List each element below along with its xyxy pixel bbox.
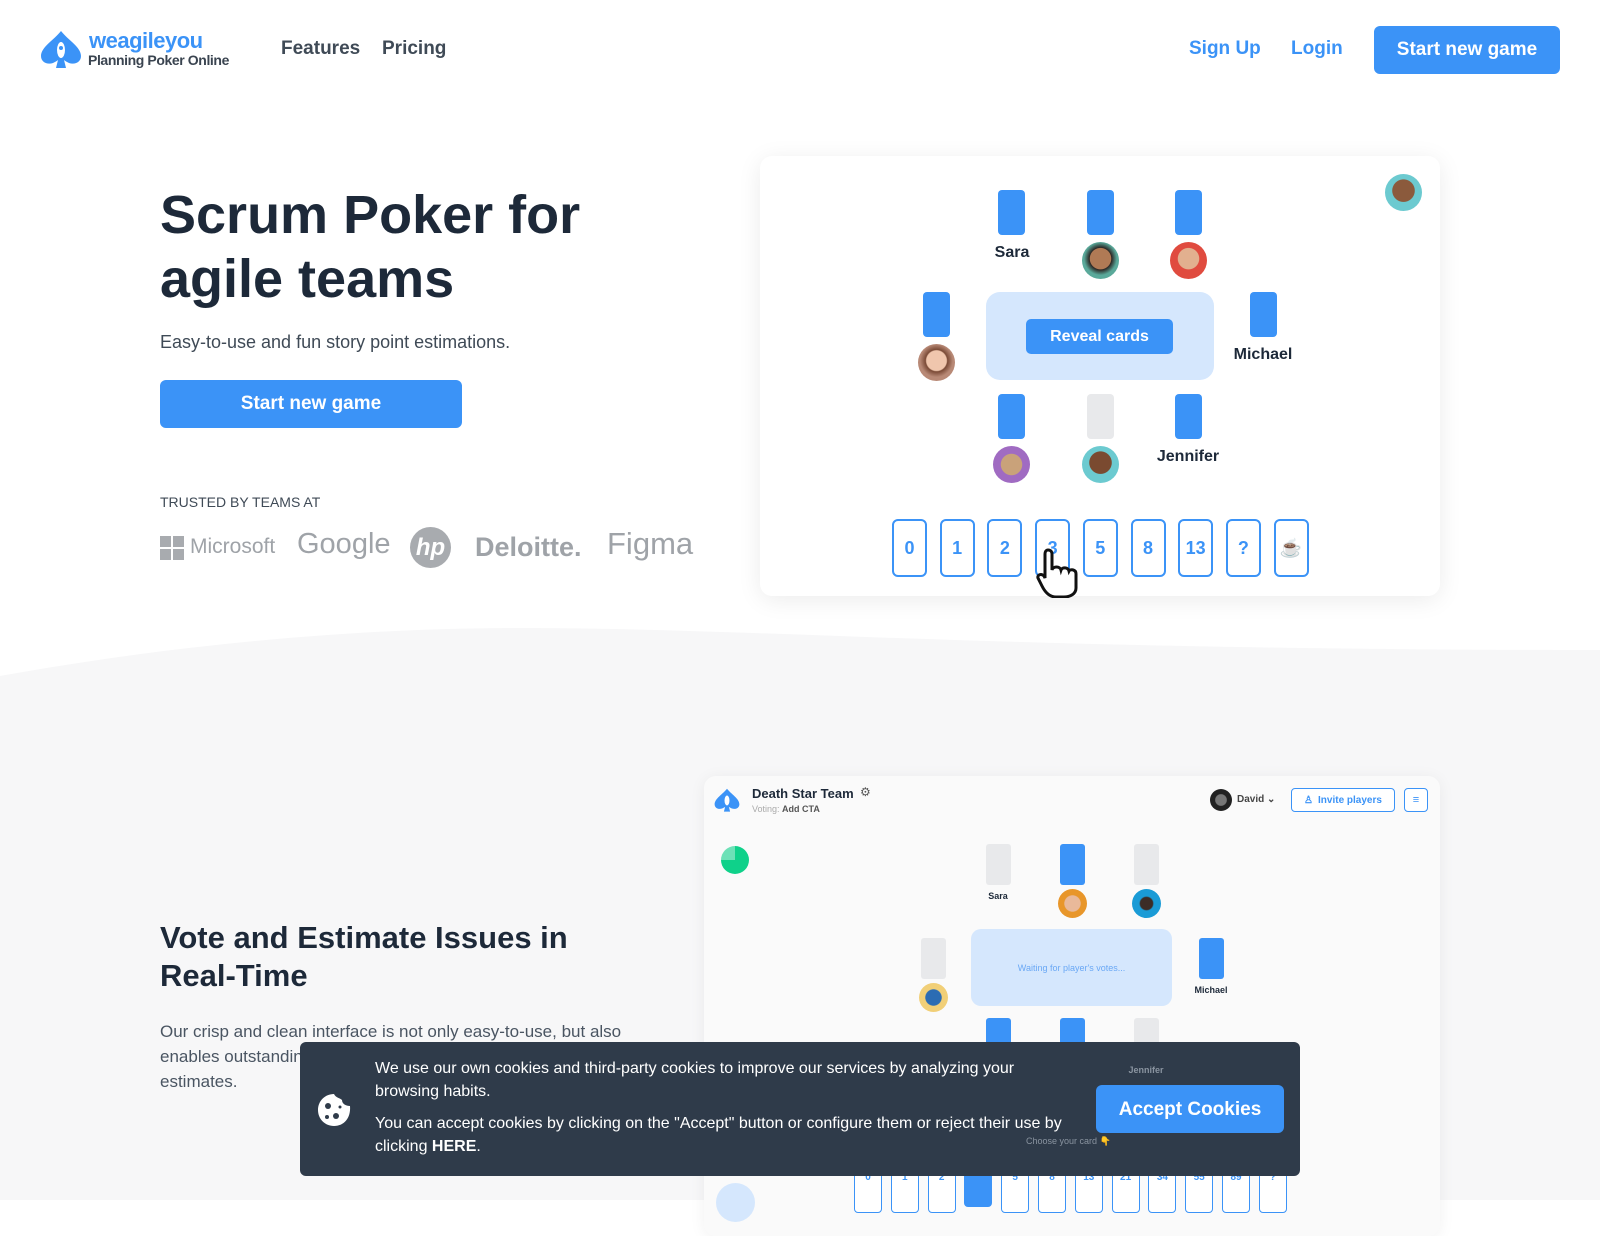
- choose-card-label: Choose your card 👇: [1026, 1136, 1111, 1146]
- accept-cookies-button[interactable]: Accept Cookies: [1096, 1085, 1284, 1133]
- timer-pie-icon: [721, 846, 749, 874]
- user-plus-icon: ♙: [1304, 794, 1314, 806]
- avatar-self: [1385, 174, 1422, 211]
- poker-table: Waiting for player's votes...: [971, 929, 1172, 1006]
- spade-rocket-icon: [41, 31, 81, 68]
- player-name: Sara: [988, 891, 1008, 901]
- user-menu[interactable]: David ⌄: [1237, 794, 1275, 805]
- player-name: Jennifer: [1128, 1065, 1164, 1075]
- avatar-user: [1210, 789, 1232, 811]
- player-card: [1250, 292, 1277, 337]
- hero-title: Scrum Poker for agile teams: [160, 185, 581, 309]
- voting-status: Voting: Add CTA: [752, 804, 820, 814]
- header-start-game-button[interactable]: Start new game: [1374, 26, 1560, 74]
- figma-logo: Figma: [607, 526, 694, 561]
- player-card: [923, 292, 950, 337]
- hero-subtitle: Easy-to-use and fun story point estimati…: [160, 332, 511, 352]
- feature-title: Vote and Estimate Issues in Real-Time: [160, 920, 568, 993]
- settings-icon[interactable]: ⚙: [860, 785, 871, 799]
- player-card: [1060, 844, 1085, 885]
- player-card: [998, 190, 1025, 235]
- choice-card[interactable]: 8: [1130, 519, 1166, 577]
- player-card-empty: [921, 938, 946, 979]
- player-card-empty: [986, 844, 1011, 885]
- avatar: [918, 344, 955, 381]
- cookie-banner: We use our own cookies and third-party c…: [300, 1042, 1300, 1176]
- avatar: [1082, 242, 1119, 279]
- reveal-cards-button[interactable]: Reveal cards: [1026, 319, 1173, 354]
- spade-rocket-icon: [714, 788, 740, 812]
- brand-tagline: Planning Poker Online: [88, 52, 229, 68]
- player-name: Michael: [1194, 985, 1228, 995]
- google-logo: Google: [297, 528, 391, 560]
- choice-card[interactable]: 0: [892, 519, 927, 577]
- avatar: [1170, 242, 1207, 279]
- player-card: [998, 394, 1025, 439]
- choice-card[interactable]: 2: [987, 519, 1023, 577]
- brand-name: weagileyou: [89, 28, 203, 53]
- player-card: [1199, 938, 1224, 979]
- cookie-settings-link[interactable]: HERE: [432, 1138, 476, 1155]
- choice-card[interactable]: 5: [1082, 519, 1118, 577]
- nav-pricing[interactable]: Pricing: [382, 38, 446, 60]
- hand-cursor-icon: [1036, 548, 1078, 598]
- bot-avatar: [716, 1183, 755, 1222]
- player-card-empty: [1087, 394, 1114, 439]
- invite-players-button[interactable]: ♙ Invite players: [1291, 788, 1395, 812]
- hero-start-game-button[interactable]: Start new game: [160, 380, 462, 428]
- choice-card[interactable]: ?: [1225, 519, 1261, 577]
- player-card: [1175, 190, 1202, 235]
- team-name: Death Star Team: [752, 786, 854, 801]
- player-name: Sara: [994, 244, 1030, 261]
- trusted-label: TRUSTED BY TEAMS AT: [160, 494, 321, 510]
- nav-signup[interactable]: Sign Up: [1189, 38, 1261, 60]
- deloitte-logo: Deloitte.: [475, 532, 582, 562]
- cookie-text-1: We use our own cookies and third-party c…: [375, 1060, 1015, 1100]
- hp-logo: hp: [410, 527, 451, 568]
- avatar: [1058, 889, 1087, 918]
- issues-list-button[interactable]: ≡: [1404, 788, 1428, 812]
- player-card-empty: [1134, 844, 1159, 885]
- choice-card[interactable]: 1: [939, 519, 975, 577]
- avatar-pug: [993, 446, 1030, 483]
- choice-card[interactable]: 13: [1178, 519, 1214, 577]
- avatar: [1132, 889, 1161, 918]
- player-name: Michael: [1233, 346, 1293, 363]
- cookie-text-2: You can accept cookies by clicking on th…: [375, 1115, 1062, 1155]
- brand-logo[interactable]: weagileyou Planning Poker Online: [40, 28, 240, 72]
- player-card: [1087, 190, 1114, 235]
- nav-features[interactable]: Features: [281, 38, 360, 60]
- choice-card[interactable]: ☕: [1273, 519, 1309, 577]
- player-card: [1175, 394, 1202, 439]
- avatar: [919, 983, 948, 1012]
- player-name: Jennifer: [1156, 448, 1220, 465]
- avatar: [1082, 446, 1119, 483]
- cookie-icon: [318, 1094, 351, 1126]
- nav-login[interactable]: Login: [1291, 38, 1343, 60]
